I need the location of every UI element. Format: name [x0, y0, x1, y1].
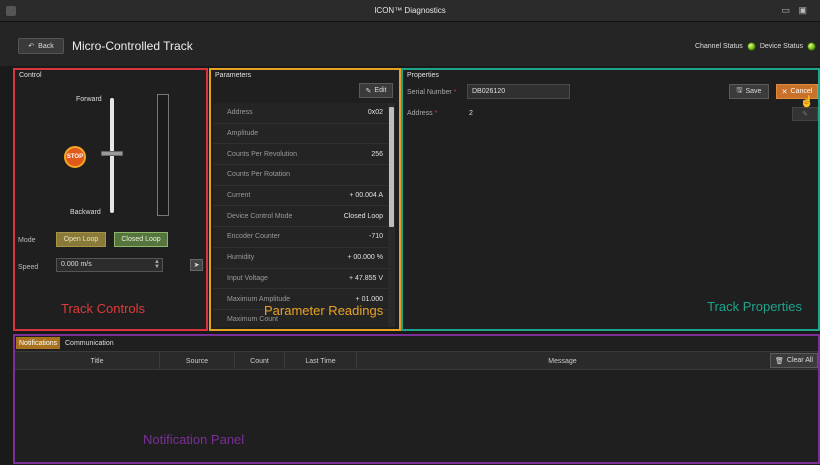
address-label: Address * — [407, 110, 437, 117]
tab-notifications[interactable]: Notifications — [16, 337, 61, 349]
column-last-time[interactable]: Last Time — [285, 352, 357, 370]
scrollbar-thumb[interactable] — [389, 107, 394, 227]
channel-status-led-icon — [746, 42, 756, 51]
notification-panel-caption: Notification Panel — [143, 432, 245, 447]
channel-status-label: Channel Status — [694, 43, 743, 50]
open-loop-button[interactable]: Open Loop — [56, 232, 106, 247]
speed-input[interactable]: 0.000 m/s ▲ ▼ — [56, 258, 163, 272]
column-message[interactable]: Message — [357, 352, 768, 370]
parameters-panel: Parameters ✎ Edit Address 0x02 Amplitude … — [209, 68, 401, 331]
parameter-value: -710 — [368, 233, 383, 241]
parameter-row: Current + 00.004 A — [213, 186, 389, 207]
parameter-value: 256 — [371, 150, 383, 158]
speed-label: Speed — [18, 264, 39, 271]
parameter-key: Maximum Amplitude — [227, 295, 291, 303]
parameter-value: + 00.004 A — [349, 192, 383, 200]
device-status-led-icon — [807, 42, 816, 51]
clear-all-button[interactable]: 🗑 Clear All — [770, 353, 818, 368]
parameter-scrollbar[interactable] — [388, 103, 395, 327]
column-title[interactable]: Title — [35, 352, 160, 370]
parameter-key: Counts Per Rotation — [227, 171, 291, 179]
parameter-key: Address — [227, 109, 253, 117]
clear-all-label: Clear All — [786, 357, 813, 364]
parameter-row: Counts Per Rotation — [213, 165, 389, 186]
properties-heading: Properties — [407, 72, 439, 79]
apply-speed-button[interactable]: ➤ — [190, 259, 203, 271]
play-icon: ➤ — [193, 262, 200, 269]
control-panel: Control Forward STOP Backward Mode Open … — [13, 68, 208, 331]
parameter-key: Input Voltage — [227, 274, 268, 282]
control-heading: Control — [19, 72, 42, 79]
page-header: ↶ Back Micro-Controlled Track Channel St… — [0, 22, 820, 66]
parameter-list: Address 0x02 Amplitude Counts Per Revolut… — [213, 103, 389, 327]
save-label: Save — [745, 88, 762, 95]
forward-label: Forward — [76, 96, 102, 103]
window-controls[interactable]: ▭ ▣ — [781, 5, 810, 16]
address-value[interactable]: 2 — [469, 110, 473, 117]
spinner-icon[interactable]: ▲ ▼ — [154, 259, 160, 270]
stop-button[interactable]: STOP — [64, 146, 86, 168]
pencil-icon: ✎ — [802, 111, 808, 118]
save-button[interactable]: 🖫 Save — [729, 84, 769, 99]
parameter-row: Encoder Counter -710 — [213, 227, 389, 248]
notification-table-header: Title Source Count Last Time Message 🗑 C… — [15, 351, 818, 370]
parameter-key: Device Control Mode — [227, 212, 293, 220]
window-title: ICON™ Diagnostics — [374, 6, 446, 15]
serial-number-label: Serial Number * — [407, 89, 456, 96]
mode-label: Mode — [18, 237, 36, 244]
parameters-heading: Parameters — [215, 72, 252, 79]
backward-label: Backward — [70, 209, 101, 216]
column-count[interactable]: Count — [235, 352, 285, 370]
speed-meter — [157, 94, 169, 216]
parameter-key: Amplitude — [227, 130, 259, 138]
parameter-value: 0x02 — [367, 109, 383, 117]
parameter-value: + 47.855 V — [348, 274, 383, 282]
speed-slider-thumb[interactable] — [101, 151, 123, 156]
edit-label: Edit — [374, 87, 387, 94]
column-source[interactable]: Source — [160, 352, 235, 370]
serial-number-input[interactable]: DB026120 — [467, 84, 570, 99]
parameter-key: Humidity — [227, 254, 255, 262]
notification-panel: Notifications Communication Title Source… — [13, 334, 820, 464]
parameter-row: Address 0x02 — [213, 103, 389, 124]
required-mark: * — [434, 110, 438, 117]
serial-number-label-text: Serial Number — [407, 89, 452, 96]
track-controls-caption: Track Controls — [61, 301, 146, 316]
page-title: Micro-Controlled Track — [72, 39, 193, 53]
address-label-text: Address — [407, 110, 433, 117]
edit-properties-button[interactable]: ✎ — [792, 107, 818, 121]
back-arrow-icon: ↶ — [28, 43, 35, 50]
edit-parameters-button[interactable]: ✎ Edit — [359, 83, 393, 98]
parameter-value: + 01.000 — [355, 295, 383, 303]
window-titlebar: ICON™ Diagnostics ▭ ▣ — [0, 0, 820, 22]
parameter-key: Encoder Counter — [227, 233, 280, 241]
speed-value: 0.000 m/s — [61, 261, 92, 268]
parameter-row: Amplitude — [213, 124, 389, 145]
parameter-readings-caption: Parameter Readings — [264, 303, 384, 318]
required-mark: * — [453, 89, 457, 96]
parameter-value: + 00.000 % — [347, 254, 383, 262]
properties-panel: Properties Serial Number * DB026120 Addr… — [401, 68, 820, 331]
trash-icon: 🗑 — [775, 357, 784, 365]
parameter-key: Counts Per Revolution — [227, 150, 298, 158]
parameter-row: Humidity + 00.000 % — [213, 248, 389, 269]
hand-cursor-icon: ☝ — [800, 96, 814, 108]
save-icon: 🖫 — [736, 87, 743, 94]
cancel-label: Cancel — [790, 88, 813, 95]
back-button[interactable]: ↶ Back — [18, 38, 64, 54]
status-indicators: Channel Status Device Status — [695, 42, 816, 51]
device-status-label: Device Status — [759, 43, 803, 50]
track-properties-caption: Track Properties — [707, 299, 802, 314]
back-button-label: Back — [38, 42, 54, 50]
parameter-value: Closed Loop — [343, 212, 383, 220]
parameter-row: Input Voltage + 47.855 V — [213, 269, 389, 290]
tab-communication[interactable]: Communication — [62, 337, 117, 349]
parameter-key: Current — [227, 192, 251, 200]
parameter-row: Device Control Mode Closed Loop — [213, 206, 389, 228]
pencil-icon: ✎ — [365, 87, 372, 95]
closed-loop-button[interactable]: Closed Loop — [114, 232, 168, 247]
close-icon: ✕ — [781, 88, 788, 96]
parameter-row: Counts Per Revolution 256 — [213, 144, 389, 166]
